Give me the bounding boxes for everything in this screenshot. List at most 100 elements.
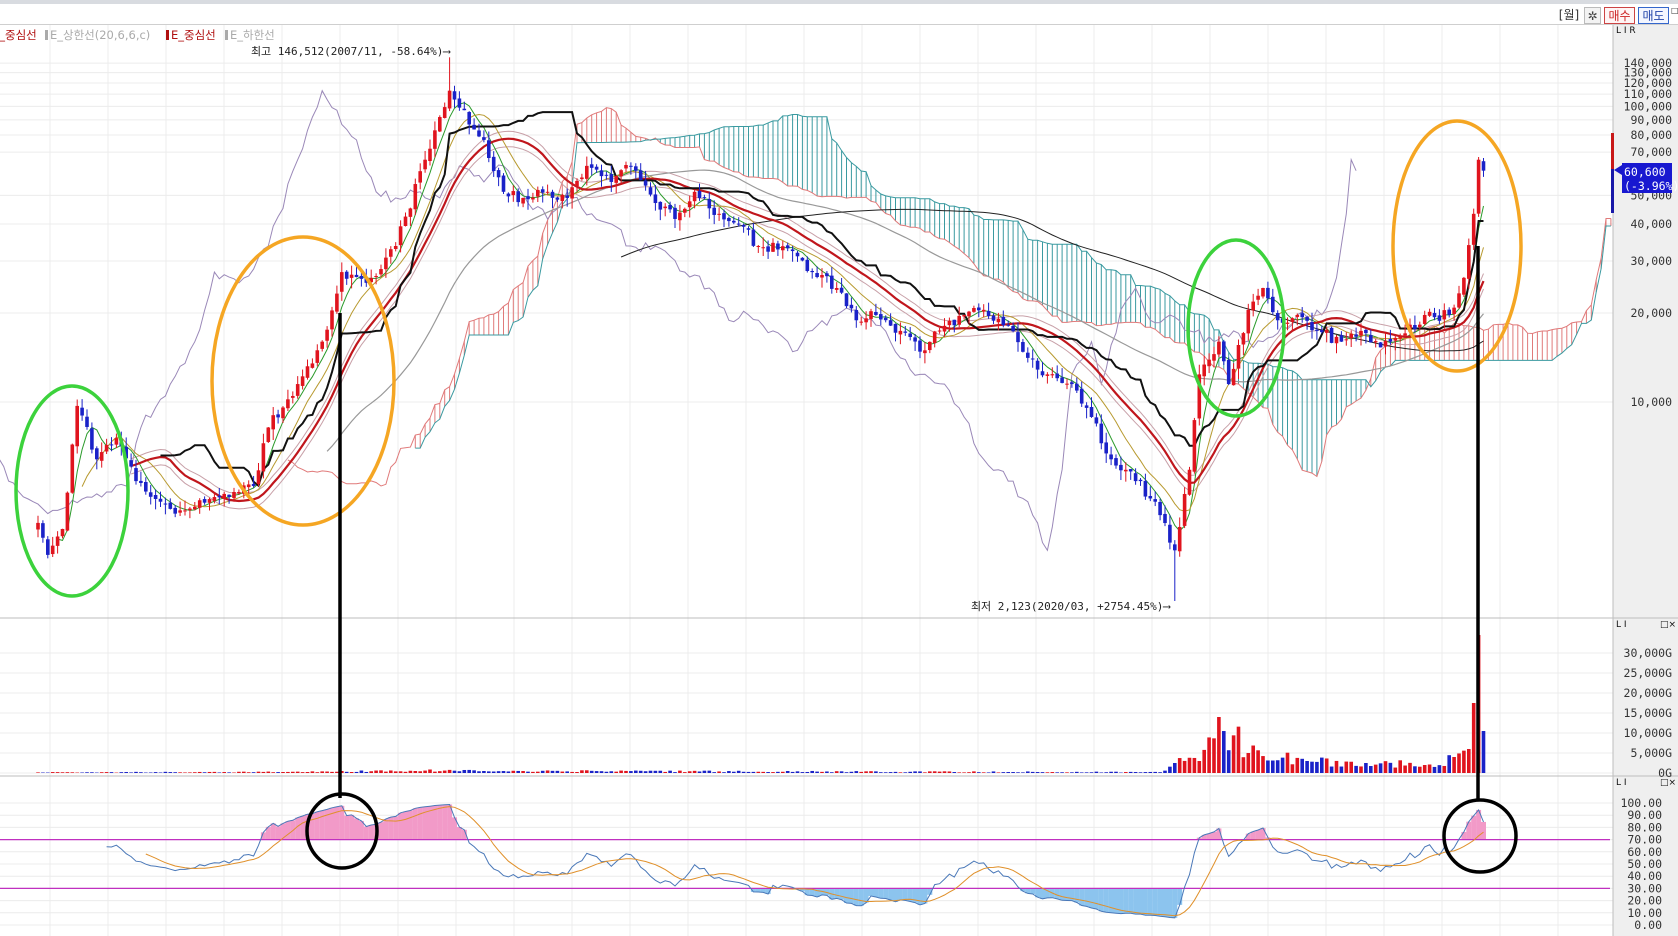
volume-bar bbox=[295, 771, 300, 773]
volume-bar bbox=[957, 772, 961, 773]
candle-body bbox=[638, 170, 643, 181]
volume-bar bbox=[227, 772, 231, 773]
volume-bar bbox=[1275, 760, 1280, 773]
candle-body bbox=[384, 257, 388, 270]
candle-body bbox=[251, 483, 256, 486]
candle-body bbox=[1310, 322, 1314, 331]
candle-body bbox=[1104, 442, 1108, 454]
candle-body bbox=[256, 470, 261, 485]
legend-item-lower-line: E_하한선 bbox=[230, 28, 275, 42]
volume-bar bbox=[1290, 764, 1295, 773]
green-ellipse-annotation bbox=[1186, 238, 1286, 418]
volume-bar bbox=[1035, 772, 1040, 773]
volume-tick-label: 15,000G bbox=[1624, 706, 1673, 720]
volume-bar bbox=[1158, 772, 1162, 773]
candle-body bbox=[305, 366, 310, 378]
candle-body bbox=[830, 275, 834, 289]
volume-bar bbox=[830, 772, 834, 773]
candle-body bbox=[1231, 368, 1236, 386]
volume-bar bbox=[148, 772, 153, 773]
candle-body bbox=[1476, 159, 1481, 214]
volume-bar bbox=[648, 770, 653, 773]
volume-bar bbox=[207, 771, 212, 773]
candle-body bbox=[746, 228, 751, 230]
candle-body bbox=[1001, 316, 1006, 326]
volume-bar bbox=[462, 769, 467, 773]
volume-bar bbox=[1320, 757, 1324, 773]
candle-body bbox=[442, 107, 447, 118]
candle-body bbox=[129, 460, 133, 467]
candle-body bbox=[585, 165, 589, 179]
volume-bar bbox=[516, 770, 520, 773]
volume-bar bbox=[1388, 762, 1393, 773]
volume-bar bbox=[256, 771, 261, 773]
candle-body bbox=[1065, 383, 1069, 385]
candle-body bbox=[1256, 295, 1260, 300]
volume-bar bbox=[986, 772, 991, 773]
volume-panel-controls[interactable]: L I bbox=[1616, 620, 1627, 630]
candle-body bbox=[947, 320, 952, 326]
price-panel-controls[interactable]: L I R bbox=[1616, 26, 1636, 36]
volume-bar bbox=[1329, 766, 1334, 773]
candle-body bbox=[1427, 311, 1432, 316]
volume-bar bbox=[300, 772, 305, 773]
volume-bar bbox=[305, 772, 310, 773]
volume-bar bbox=[1055, 772, 1059, 773]
candle-body bbox=[575, 180, 579, 187]
candle-body bbox=[1354, 334, 1358, 337]
candle-body bbox=[438, 117, 442, 132]
volume-bar bbox=[1187, 757, 1192, 773]
volume-bar bbox=[913, 771, 917, 773]
volume-bar bbox=[1065, 772, 1069, 773]
volume-bar bbox=[952, 772, 957, 773]
candle-body bbox=[90, 428, 94, 450]
candle-body bbox=[1163, 513, 1167, 524]
price-tick-label: 30,000 bbox=[1630, 254, 1672, 268]
volume-bar bbox=[1212, 738, 1216, 773]
volume-bar bbox=[741, 771, 746, 773]
volume-bar bbox=[1075, 771, 1079, 773]
volume-bar bbox=[1021, 772, 1025, 773]
candle-body bbox=[173, 507, 177, 514]
volume-bar bbox=[526, 771, 530, 773]
volume-bar bbox=[36, 772, 40, 773]
volume-bar bbox=[776, 771, 780, 773]
volume-bar bbox=[712, 772, 716, 773]
candle-body bbox=[1290, 318, 1295, 322]
candle-body bbox=[766, 246, 770, 252]
volume-bar bbox=[918, 771, 922, 773]
candle-body bbox=[1138, 479, 1143, 482]
candle-body bbox=[335, 293, 339, 312]
candle-body bbox=[634, 166, 638, 171]
candle-body bbox=[114, 438, 119, 445]
volume-bar bbox=[790, 771, 795, 773]
stock-chart[interactable]: 140,000130,000120,000110,000100,00090,00… bbox=[0, 0, 1678, 936]
volume-bar bbox=[928, 771, 932, 773]
candle-body bbox=[202, 499, 207, 503]
candle-body bbox=[932, 331, 937, 344]
rsi-panel-controls[interactable]: L I bbox=[1616, 778, 1627, 788]
candle-body bbox=[981, 309, 986, 312]
candle-body bbox=[1447, 309, 1451, 315]
volume-bar bbox=[766, 772, 770, 773]
volume-bar bbox=[545, 770, 550, 773]
candle-body bbox=[75, 405, 79, 447]
volume-bar bbox=[1467, 749, 1471, 773]
candle-body bbox=[408, 208, 413, 217]
volume-bar bbox=[90, 772, 94, 773]
volume-bar bbox=[580, 770, 584, 773]
rsi-panel-close-icon[interactable]: □× bbox=[1660, 778, 1676, 788]
volume-panel-close-icon[interactable]: □× bbox=[1660, 620, 1676, 630]
candle-body bbox=[942, 325, 947, 332]
volume-bar bbox=[183, 772, 187, 773]
volume-bar bbox=[1437, 765, 1442, 773]
candle-body bbox=[604, 174, 609, 176]
candle-body bbox=[869, 311, 873, 319]
candle-body bbox=[712, 207, 716, 215]
candle-body bbox=[825, 273, 829, 277]
candle-body bbox=[952, 319, 957, 326]
candle-body bbox=[1462, 277, 1466, 295]
candle-body bbox=[570, 187, 574, 199]
candle-body bbox=[531, 197, 535, 200]
candle-body bbox=[163, 503, 168, 505]
